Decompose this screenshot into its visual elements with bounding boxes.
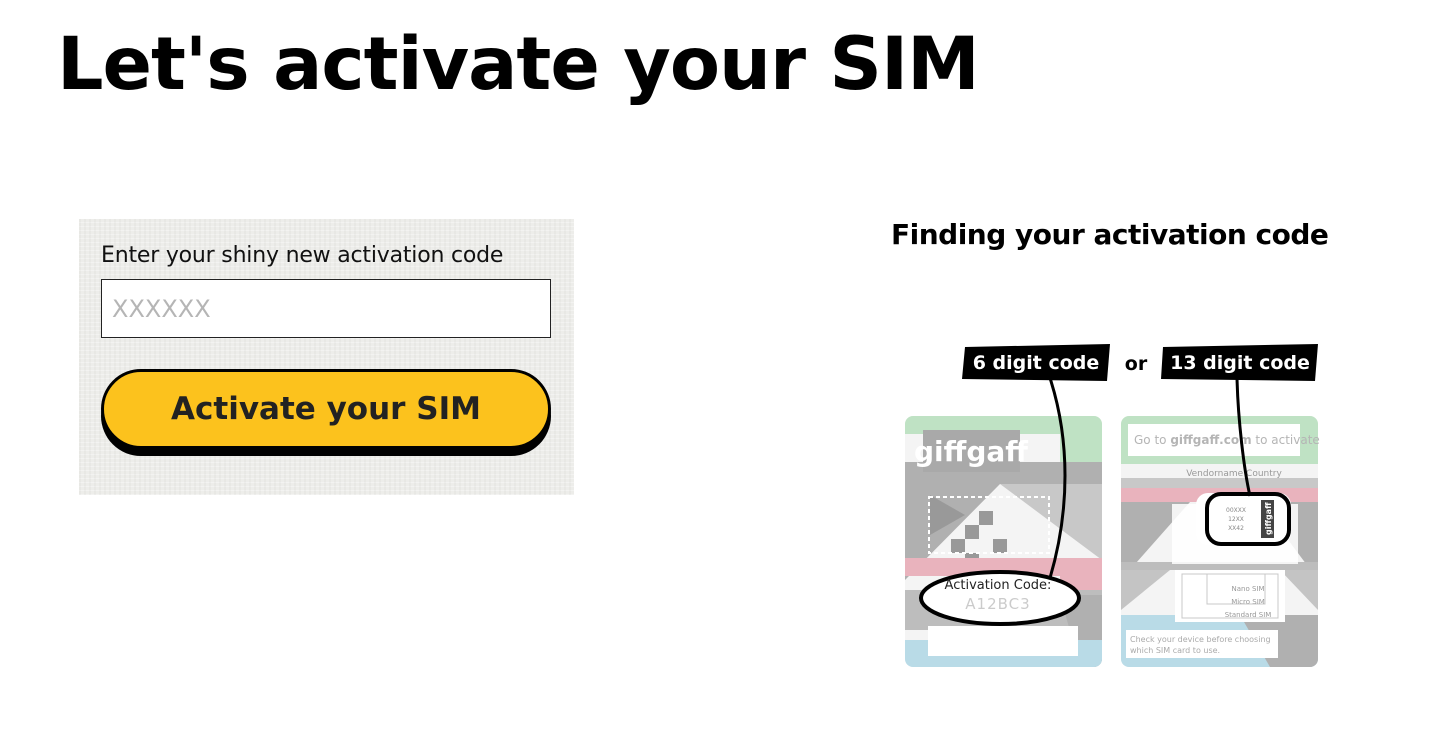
svg-text:Go to giffgaff.com to activate: Go to giffgaff.com to activate <box>1134 433 1320 447</box>
sim-code-callout <box>1205 492 1291 546</box>
pointer-line-6-digit <box>1048 377 1067 579</box>
card-header-suffix: to activate <box>1252 433 1320 447</box>
activation-form-panel: Enter your shiny new activation code Act… <box>79 219 574 495</box>
sim-code-line-3: XX42 <box>1228 525 1244 532</box>
pointer-line-13-digit <box>1235 377 1252 497</box>
card-header-link: giffgaff.com <box>1170 433 1251 447</box>
or-separator: or <box>1125 353 1148 375</box>
card-footer-line-2: which SIM card to use. <box>1130 646 1220 655</box>
size-label-nano: Nano SIM <box>1231 585 1264 593</box>
giffgaff-logo-text: giffgaff <box>914 435 1028 468</box>
activation-code-callout <box>919 570 1081 626</box>
tag-6-digit: 6 digit code <box>973 352 1100 374</box>
card-sub-header: Vendorname Country <box>1186 469 1282 479</box>
tag-13-digit-background <box>1161 344 1318 381</box>
activation-code-label-on-card: Activation Code: <box>945 578 1052 593</box>
size-label-standard: Standard SIM <box>1225 611 1272 619</box>
help-title: Finding your activation code <box>891 218 1329 251</box>
sim-code-line-1: 00XXX <box>1226 507 1246 514</box>
giffgaff-logo <box>923 430 1020 472</box>
activation-code-input[interactable] <box>101 279 551 338</box>
tag-6-digit-background <box>962 344 1110 381</box>
sim-card-left: giffgaff <box>905 416 1102 667</box>
tag-13-digit: 13 digit code <box>1170 352 1310 374</box>
size-label-micro: Micro SIM <box>1231 598 1265 606</box>
card-header-prefix: Go to <box>1134 433 1170 447</box>
card-footer-line-1: Check your device before choosing <box>1130 635 1271 644</box>
sim-card-right: Go to giffgaff.com to activate Vendornam… <box>1121 416 1320 667</box>
sim-code-line-2: 12XX <box>1228 516 1244 523</box>
activation-code-label: Enter your shiny new activation code <box>101 243 504 268</box>
activate-sim-button[interactable]: Activate your SIM <box>101 369 551 449</box>
sim-card-right-pattern <box>1121 416 1318 667</box>
activation-code-value-blurred: A12BC3 <box>965 595 1030 613</box>
sim-brand: giffgaff <box>1264 502 1273 535</box>
sim-card-left-pattern <box>905 416 1102 667</box>
page-title: Let's activate your SIM <box>57 22 980 107</box>
